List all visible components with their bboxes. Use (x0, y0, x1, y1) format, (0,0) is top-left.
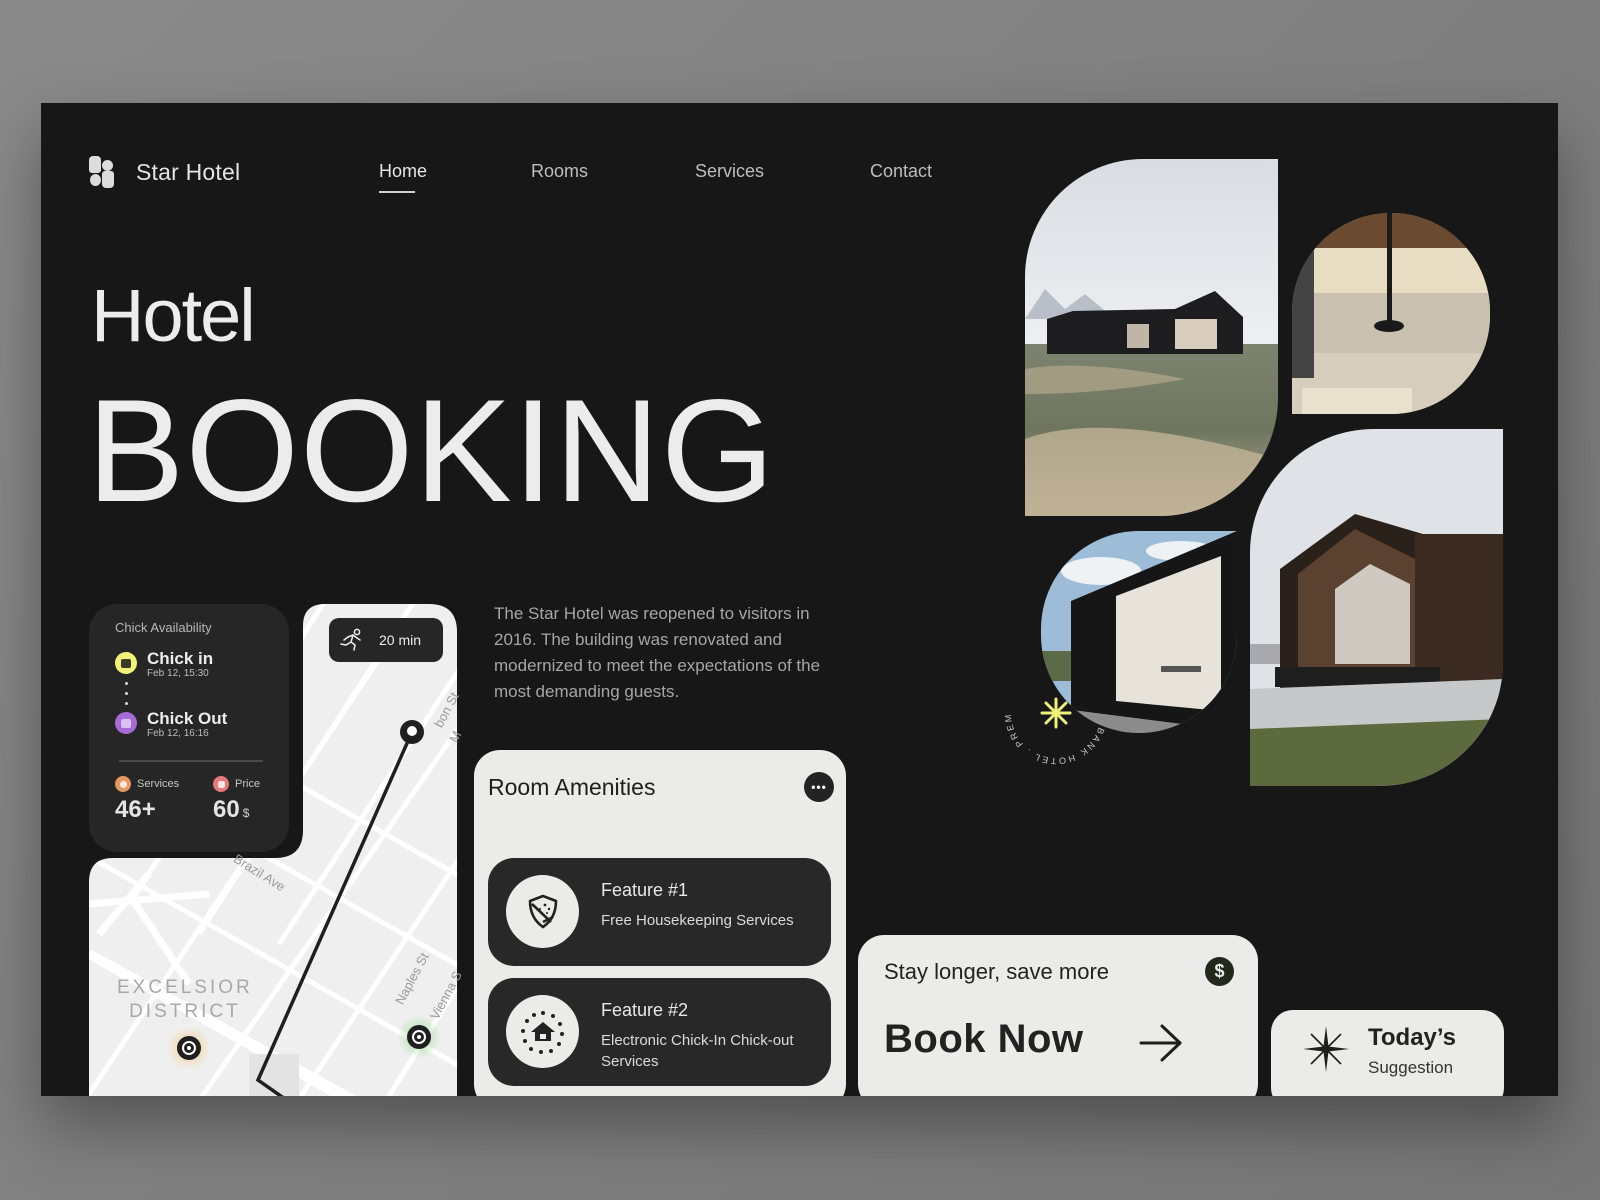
feature-desc: Free Housekeeping Services (601, 912, 794, 929)
availability-title: Chick Availability (115, 620, 212, 635)
more-options-button[interactable]: ••• (804, 772, 834, 802)
todays-suggestion-card[interactable]: Today’s Suggestion (1271, 1010, 1504, 1096)
nav-home[interactable]: Home (379, 161, 427, 193)
more-horizontal-icon: ••• (811, 780, 827, 794)
district-label: EXCELSIOR DISTRICT (117, 977, 253, 1022)
calendar-icon (115, 712, 137, 734)
book-now-button[interactable]: Book Now (884, 1017, 1084, 1062)
check-out-label: Chick Out (147, 709, 228, 728)
hero-title-line2: BOOKING (87, 369, 776, 532)
price-unit: $ (242, 806, 250, 820)
price-stat: Price 60 $ (213, 776, 261, 823)
feature-name: Feature #1 (601, 880, 689, 900)
logo-icon (88, 156, 114, 188)
check-out-date: Feb 12, 16:16 (147, 728, 209, 739)
nav-services[interactable]: Services (695, 161, 764, 182)
gallery-photo-gable[interactable] (1250, 429, 1503, 786)
dollar-icon: $ (1205, 957, 1234, 986)
divider (119, 760, 263, 762)
check-in-label: Chick in (147, 649, 214, 668)
feature-name: Feature #2 (601, 1000, 689, 1020)
check-out-row[interactable]: Chick Out Feb 12, 16:16 (115, 710, 227, 740)
services-stat: Services 46+ (115, 776, 180, 823)
feature-item[interactable]: Feature #2 Electronic Chick-In Chick-out… (488, 978, 831, 1086)
brand-logo[interactable]: Star Hotel (88, 156, 240, 188)
hotel-description: The Star Hotel was reopened to visitors … (494, 604, 821, 701)
calendar-icon (115, 652, 137, 674)
wallet-icon (213, 776, 229, 792)
availability-card: Chick Availability Chick in Feb 12, 15:3… (89, 604, 289, 852)
house-services-icon (506, 995, 579, 1068)
suggestion-subtitle: Suggestion (1368, 1058, 1454, 1077)
asterisk-icon (1040, 697, 1072, 729)
suggestion-title: Today’s (1368, 1024, 1457, 1051)
arrow-right-icon[interactable] (1138, 1023, 1184, 1063)
book-now-card[interactable]: Stay longer, save more $ Book Now (858, 935, 1258, 1096)
running-person-icon (340, 628, 361, 651)
clock-icon (115, 776, 131, 792)
app-frame: Star Hotel Home Rooms Services Contact H… (41, 103, 1558, 1096)
nav-rooms[interactable]: Rooms (531, 161, 588, 182)
gallery-photo-exterior[interactable] (1025, 159, 1278, 516)
promo-subtitle: Stay longer, save more (884, 959, 1110, 984)
feature-desc: Electronic Chick-In Chick-out Services (601, 1032, 794, 1070)
feature-item[interactable]: Feature #1 Free Housekeeping Services (488, 858, 831, 966)
nav-contact[interactable]: Contact (870, 161, 932, 182)
walk-time: 20 min (379, 632, 422, 648)
brand-name: Star Hotel (136, 158, 241, 185)
amenities-title: Room Amenities (488, 774, 656, 800)
check-in-row[interactable]: Chick in Feb 12, 15:30 (115, 650, 213, 680)
price-value: 60 (213, 796, 240, 823)
hero-title-line1: Hotel (91, 274, 256, 357)
sparkle-star-icon (1303, 1026, 1349, 1072)
walk-time-pill: 20 min (329, 618, 443, 662)
gallery-photo-interior[interactable] (1292, 213, 1490, 414)
services-value: 46+ (115, 796, 156, 823)
premium-rooms-badge: BANK HOTEL . PREMIUM ROOMS . (1001, 658, 1104, 766)
shield-sparkle-icon (506, 875, 579, 948)
check-in-date: Feb 12, 15:30 (147, 668, 209, 679)
room-amenities-card: Room Amenities ••• Feature #1 Free House… (474, 750, 846, 1096)
